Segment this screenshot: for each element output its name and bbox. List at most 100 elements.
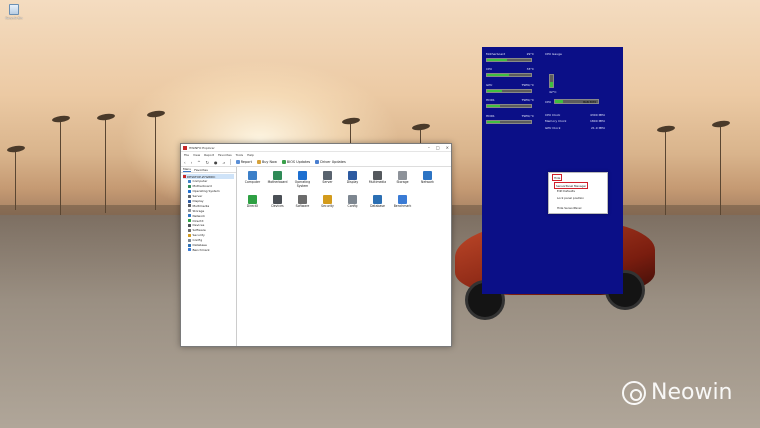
category-tile[interactable]: Display bbox=[340, 171, 365, 195]
tab-favorites[interactable]: Favorites bbox=[194, 168, 208, 172]
sensor-panel[interactable]: Motherboard 29°C CPU 33°C GPU TSEN,°C HDD1 TSEN… bbox=[482, 47, 623, 294]
category-tile[interactable]: Server bbox=[315, 171, 340, 195]
cpu-gauge-bar bbox=[549, 74, 554, 88]
report-icon bbox=[235, 160, 240, 164]
category-tile[interactable]: Benchmark bbox=[390, 195, 415, 219]
sensor-name: HDD1 bbox=[486, 98, 495, 102]
category-label: Security bbox=[321, 204, 334, 208]
tab-menu[interactable]: Menu bbox=[183, 167, 192, 172]
sensor-readout: GPU TSEN,°C bbox=[486, 83, 534, 93]
category-tile[interactable]: Computer bbox=[240, 171, 265, 195]
category-icon bbox=[298, 195, 307, 204]
tree-item-icon bbox=[188, 189, 191, 193]
menu-report[interactable]: Report bbox=[204, 153, 214, 157]
sensor-value: 33°C bbox=[526, 67, 534, 71]
tree-item-icon bbox=[188, 179, 191, 183]
refresh-icon[interactable]: ↻ bbox=[206, 160, 209, 165]
tree-item-label: Benchmark bbox=[192, 247, 210, 252]
category-tile[interactable]: Operating System bbox=[290, 171, 315, 195]
category-label: DirectX bbox=[246, 204, 259, 208]
category-tile[interactable]: DirectX bbox=[240, 195, 265, 219]
category-icon bbox=[423, 171, 432, 180]
minimize-button[interactable]: – bbox=[428, 145, 430, 150]
back-icon[interactable]: ‹ bbox=[184, 160, 186, 165]
category-icon bbox=[323, 171, 332, 180]
menu-file[interactable]: File bbox=[184, 153, 189, 157]
palm-tree bbox=[6, 144, 26, 210]
bios-updates-button[interactable]: BIOS Updates bbox=[281, 160, 311, 164]
sensor-bar bbox=[486, 89, 532, 93]
clock-readouts: CPU Clock 4300 MHz Memory Clock 1800 MHz GPU… bbox=[545, 113, 605, 132]
chart-icon[interactable]: ⩘ bbox=[222, 160, 224, 165]
menu-help[interactable]: Help bbox=[247, 153, 254, 157]
maximize-button[interactable]: □ bbox=[436, 145, 440, 150]
buy-now-button[interactable]: Buy Now bbox=[256, 160, 277, 164]
context-item-hide-sensorpanel[interactable]: Hide SensorPanel bbox=[557, 206, 581, 210]
category-label: Network bbox=[421, 180, 434, 184]
watermark-text: Neowin bbox=[651, 380, 733, 405]
buy-now-label: Buy Now bbox=[261, 160, 277, 164]
recycle-bin-desktop-icon[interactable]: Recycle Bin bbox=[4, 4, 24, 20]
menu-favorites[interactable]: Favorites bbox=[218, 153, 232, 157]
category-tile[interactable]: Network bbox=[415, 171, 440, 195]
cpu-usage-label: CPU bbox=[545, 99, 552, 104]
report-button[interactable]: Report bbox=[235, 160, 252, 164]
palm-tree bbox=[656, 124, 676, 215]
category-tile[interactable]: Storage bbox=[390, 171, 415, 195]
category-tile[interactable]: Devices bbox=[265, 195, 290, 219]
tree-item-label: Config bbox=[192, 238, 203, 243]
category-tile[interactable]: Config bbox=[340, 195, 365, 219]
category-tile[interactable]: Security bbox=[315, 195, 340, 219]
tree-item-icon bbox=[188, 238, 191, 242]
context-item-lock-position[interactable]: Lock panel position bbox=[557, 196, 584, 200]
category-icon bbox=[323, 195, 332, 204]
sensor-value: TSEN,°C bbox=[521, 114, 534, 118]
cpu-usage-value: BAN 3070 bbox=[583, 100, 597, 104]
sensor-bar bbox=[486, 120, 532, 124]
title-bar[interactable]: HWiNFO Explorer – □ × bbox=[181, 144, 451, 152]
category-tile[interactable]: Software bbox=[290, 195, 315, 219]
category-tile[interactable]: Motherboard bbox=[265, 171, 290, 195]
cpu-gauge-temp: 42°C bbox=[549, 90, 557, 94]
bios-updates-label: BIOS Updates bbox=[286, 160, 311, 164]
category-label: Multimedia bbox=[368, 180, 387, 184]
tree-item-label: Security bbox=[192, 233, 205, 238]
up-icon[interactable]: ^ bbox=[197, 160, 200, 165]
tree-item-label: Server bbox=[192, 194, 203, 199]
category-tile[interactable]: Database bbox=[365, 195, 390, 219]
category-icon bbox=[298, 171, 307, 180]
category-tile[interactable]: Multimedia bbox=[365, 171, 390, 195]
menu-view[interactable]: View bbox=[193, 153, 200, 157]
category-label: Operating System bbox=[294, 180, 311, 188]
driver-updates-button[interactable]: Driver Updates bbox=[315, 160, 346, 164]
category-label: Config bbox=[347, 204, 358, 208]
context-menu: Hide SensorPanel Manager Edit Defaults L… bbox=[548, 172, 608, 214]
category-icon bbox=[398, 171, 407, 180]
sensor-value: TSEN,°C bbox=[521, 83, 534, 87]
category-icon bbox=[248, 171, 257, 180]
recycle-bin-label: Recycle Bin bbox=[5, 16, 23, 20]
user-icon[interactable]: ● bbox=[214, 160, 218, 165]
close-button[interactable]: × bbox=[446, 145, 449, 150]
context-item-sensorpanel-manager[interactable]: SensorPanel Manager bbox=[554, 182, 589, 189]
forward-icon[interactable]: › bbox=[191, 160, 193, 165]
sensor-value: TSEN,°C bbox=[521, 98, 534, 102]
context-item-hide[interactable]: Hide bbox=[552, 174, 563, 181]
sensor-bar-fill bbox=[487, 105, 501, 107]
context-item-edit-defaults[interactable]: Edit Defaults bbox=[557, 189, 575, 193]
sensor-bar bbox=[486, 104, 532, 108]
category-label: Motherboard bbox=[267, 180, 288, 184]
menu-tools[interactable]: Tools bbox=[236, 153, 243, 157]
category-label: Display bbox=[346, 180, 359, 184]
category-label: Benchmark bbox=[393, 204, 412, 208]
tree-item-label: Operating System bbox=[192, 189, 220, 194]
tree-item-icon bbox=[188, 233, 191, 237]
tree-item-icon bbox=[188, 243, 191, 247]
clock-name: GPU Clock bbox=[545, 125, 561, 130]
category-icon bbox=[348, 195, 357, 204]
category-icon bbox=[348, 171, 357, 180]
tree-item-label: Network bbox=[192, 213, 206, 218]
tree-item[interactable]: Benchmark bbox=[183, 247, 234, 252]
app-icon bbox=[183, 145, 187, 150]
sensor-bar bbox=[486, 73, 532, 77]
